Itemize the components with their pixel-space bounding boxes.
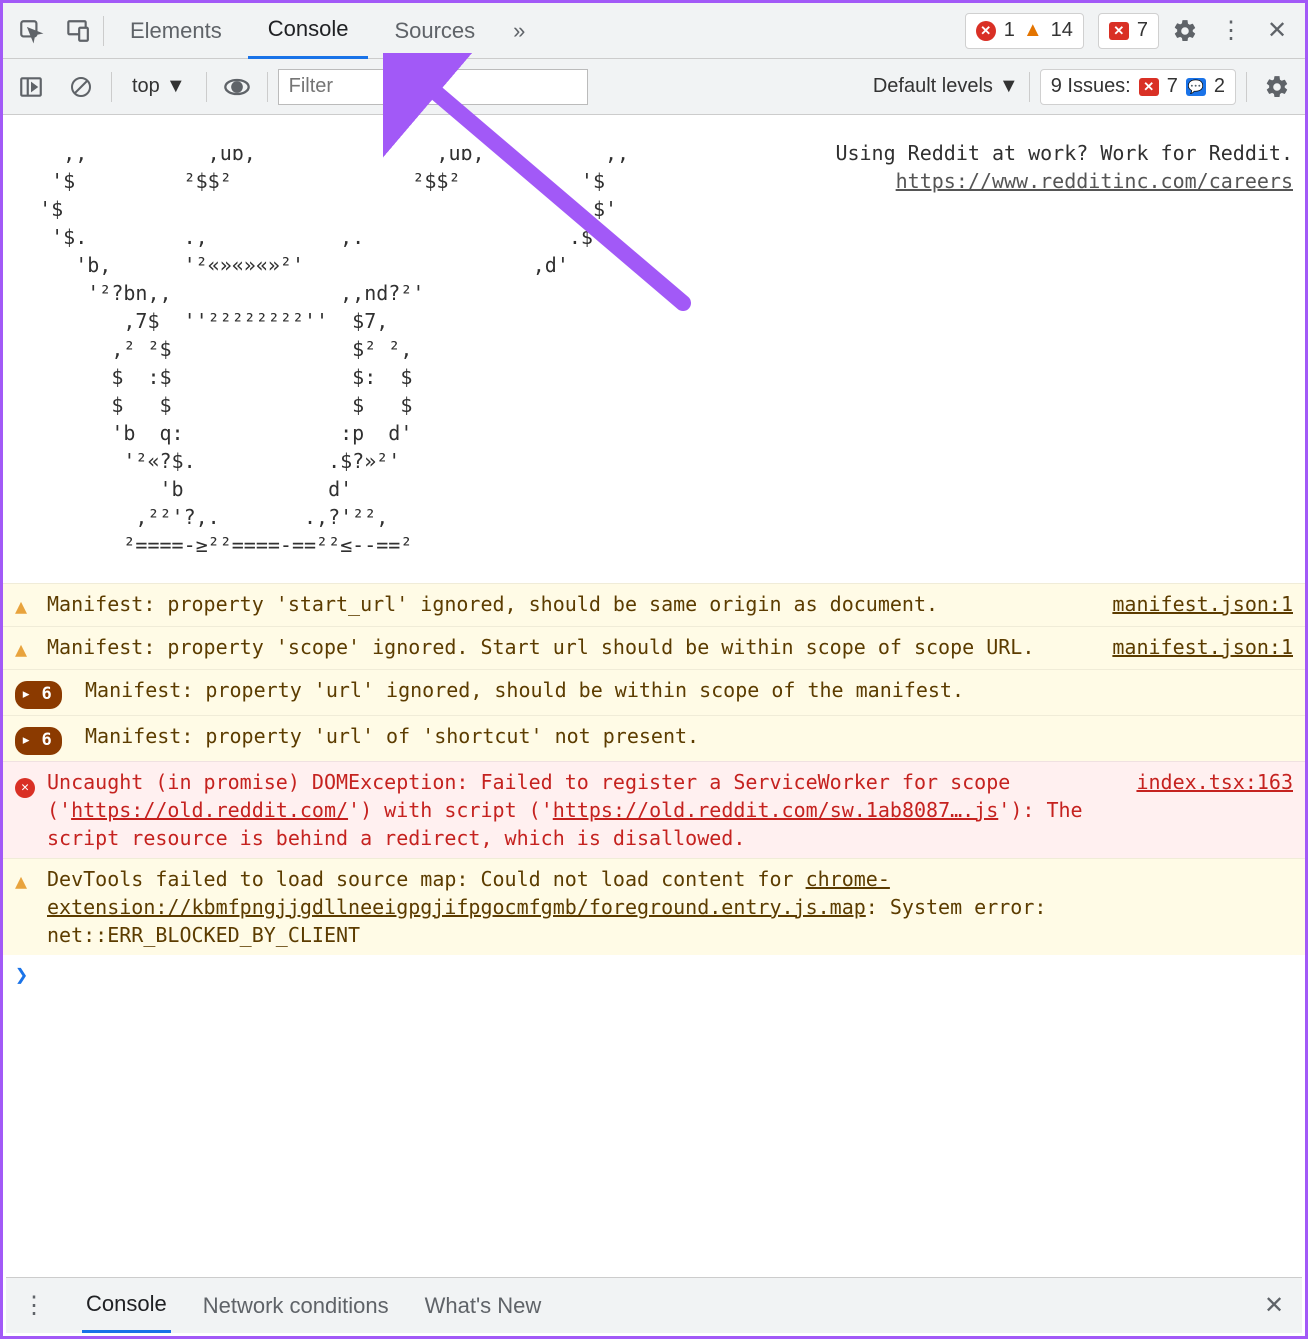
source-link[interactable]: manifest.json:1 bbox=[1112, 633, 1293, 661]
error-count: 1 bbox=[1004, 19, 1015, 42]
ascii-side-message: Using Reddit at work? Work for Reddit. h… bbox=[649, 119, 1293, 579]
issues-counter[interactable]: 9 Issues: ✕ 7 💬 2 bbox=[1040, 69, 1236, 105]
warning-icon: ▲ bbox=[1023, 19, 1043, 42]
more-tabs-icon[interactable]: » bbox=[501, 18, 537, 44]
log-message: DevTools failed to load source map: Coul… bbox=[47, 865, 1293, 949]
feedback-count: 7 bbox=[1137, 19, 1148, 42]
careers-link[interactable]: https://www.redditinc.com/careers bbox=[896, 169, 1293, 193]
issues-err-count: 7 bbox=[1167, 75, 1178, 98]
console-log-row: ▸ 6 Manifest: property 'url' ignored, sho… bbox=[3, 669, 1305, 715]
divider bbox=[111, 72, 112, 102]
divider bbox=[206, 72, 207, 102]
clear-console-icon[interactable] bbox=[61, 67, 101, 107]
sidebar-toggle-icon[interactable] bbox=[11, 67, 51, 107]
console-settings-gear-icon[interactable] bbox=[1257, 67, 1297, 107]
expand-count-badge[interactable]: ▸ 6 bbox=[15, 676, 75, 709]
warning-icon: ▲ bbox=[15, 590, 37, 620]
drawer: ⋮ Console Network conditions What's New … bbox=[6, 1277, 1302, 1333]
drawer-tab-whats-new[interactable]: What's New bbox=[421, 1278, 546, 1333]
feedback-red-icon: ✕ bbox=[1109, 22, 1129, 40]
tab-sources[interactable]: Sources bbox=[374, 3, 495, 59]
log-message: Manifest: property 'url' ignored, should… bbox=[85, 676, 1293, 704]
inspect-element-icon[interactable] bbox=[11, 11, 51, 51]
side-text: Using Reddit at work? Work for Reddit. bbox=[835, 141, 1293, 165]
drawer-close-icon[interactable]: ✕ bbox=[1254, 1286, 1294, 1326]
divider bbox=[1029, 72, 1030, 102]
console-log-ascii: ,, ,uɒ, ,uɒ, ,, '$ ²$$² ²$$² '$ '$ $' '$… bbox=[3, 115, 1305, 583]
filter-input[interactable] bbox=[278, 69, 588, 105]
console-log-row: ▲ Manifest: property 'start_url' ignored,… bbox=[3, 583, 1305, 626]
dropdown-icon: ▼ bbox=[166, 75, 186, 98]
source-link[interactable]: manifest.json:1 bbox=[1112, 590, 1293, 618]
kebab-menu-icon[interactable]: ⋮ bbox=[1211, 11, 1251, 51]
console-log-row: ▲ Manifest: property 'scope' ignored. Sta… bbox=[3, 626, 1305, 669]
levels-label: Default levels bbox=[873, 75, 993, 98]
drawer-tab-console[interactable]: Console bbox=[82, 1278, 171, 1333]
console-prompt[interactable]: ❯ bbox=[3, 955, 1305, 998]
devtools-top-toolbar: Elements Console Sources » ✕ 1 ▲ 14 ✕ 7 … bbox=[3, 3, 1305, 59]
issues-feedback-count: 2 bbox=[1214, 75, 1225, 98]
ascii-art: ,, ,uɒ, ,uɒ, ,, '$ ²$$² ²$$² '$ '$ $' '$… bbox=[15, 139, 629, 559]
warning-icon: ▲ bbox=[15, 865, 37, 895]
error-warning-counter[interactable]: ✕ 1 ▲ 14 bbox=[965, 13, 1084, 49]
console-log-area[interactable]: ,, ,uɒ, ,uɒ, ,, '$ ²$$² ²$$² '$ '$ $' '$… bbox=[3, 115, 1305, 1280]
context-label: top bbox=[132, 75, 160, 98]
drawer-tab-network-conditions[interactable]: Network conditions bbox=[199, 1278, 393, 1333]
live-expression-icon[interactable] bbox=[217, 67, 257, 107]
log-levels-selector[interactable]: Default levels ▼ bbox=[873, 75, 1019, 98]
console-toolbar: top ▼ Default levels ▼ 9 Issues: ✕ 7 💬 2 bbox=[3, 59, 1305, 115]
drawer-kebab-icon[interactable]: ⋮ bbox=[14, 1286, 54, 1326]
console-log-row: ▸ 6 Manifest: property 'url' of 'shortcut… bbox=[3, 715, 1305, 761]
settings-gear-icon[interactable] bbox=[1165, 11, 1205, 51]
divider bbox=[1246, 72, 1247, 102]
prompt-chevron-icon: ❯ bbox=[15, 961, 28, 992]
dropdown-icon: ▼ bbox=[999, 75, 1019, 98]
log-message: Uncaught (in promise) DOMException: Fail… bbox=[47, 768, 1116, 852]
divider bbox=[103, 16, 104, 46]
error-icon: ✕ bbox=[976, 21, 996, 41]
console-log-row: ▲ DevTools failed to load source map: Cou… bbox=[3, 858, 1305, 955]
tab-console[interactable]: Console bbox=[248, 3, 369, 59]
log-message: Manifest: property 'url' of 'shortcut' n… bbox=[85, 722, 1293, 750]
log-message: Manifest: property 'start_url' ignored, … bbox=[47, 590, 1092, 618]
close-icon[interactable]: ✕ bbox=[1257, 11, 1297, 51]
log-message: Manifest: property 'scope' ignored. Star… bbox=[47, 633, 1092, 661]
error-icon: ✕ bbox=[15, 768, 37, 798]
tab-elements[interactable]: Elements bbox=[110, 3, 242, 59]
divider bbox=[267, 72, 268, 102]
device-toolbar-icon[interactable] bbox=[57, 11, 97, 51]
source-link[interactable]: index.tsx:163 bbox=[1136, 768, 1293, 796]
issues-err-icon: ✕ bbox=[1139, 78, 1159, 96]
console-log-row: ✕ Uncaught (in promise) DOMException: Fai… bbox=[3, 761, 1305, 858]
feedback-counter[interactable]: ✕ 7 bbox=[1098, 13, 1159, 49]
issues-label: 9 Issues: bbox=[1051, 75, 1131, 98]
context-selector[interactable]: top ▼ bbox=[122, 75, 196, 98]
warning-icon: ▲ bbox=[15, 633, 37, 663]
expand-count-badge[interactable]: ▸ 6 bbox=[15, 722, 75, 755]
issues-feedback-icon: 💬 bbox=[1186, 78, 1206, 96]
warning-count: 14 bbox=[1051, 19, 1073, 42]
